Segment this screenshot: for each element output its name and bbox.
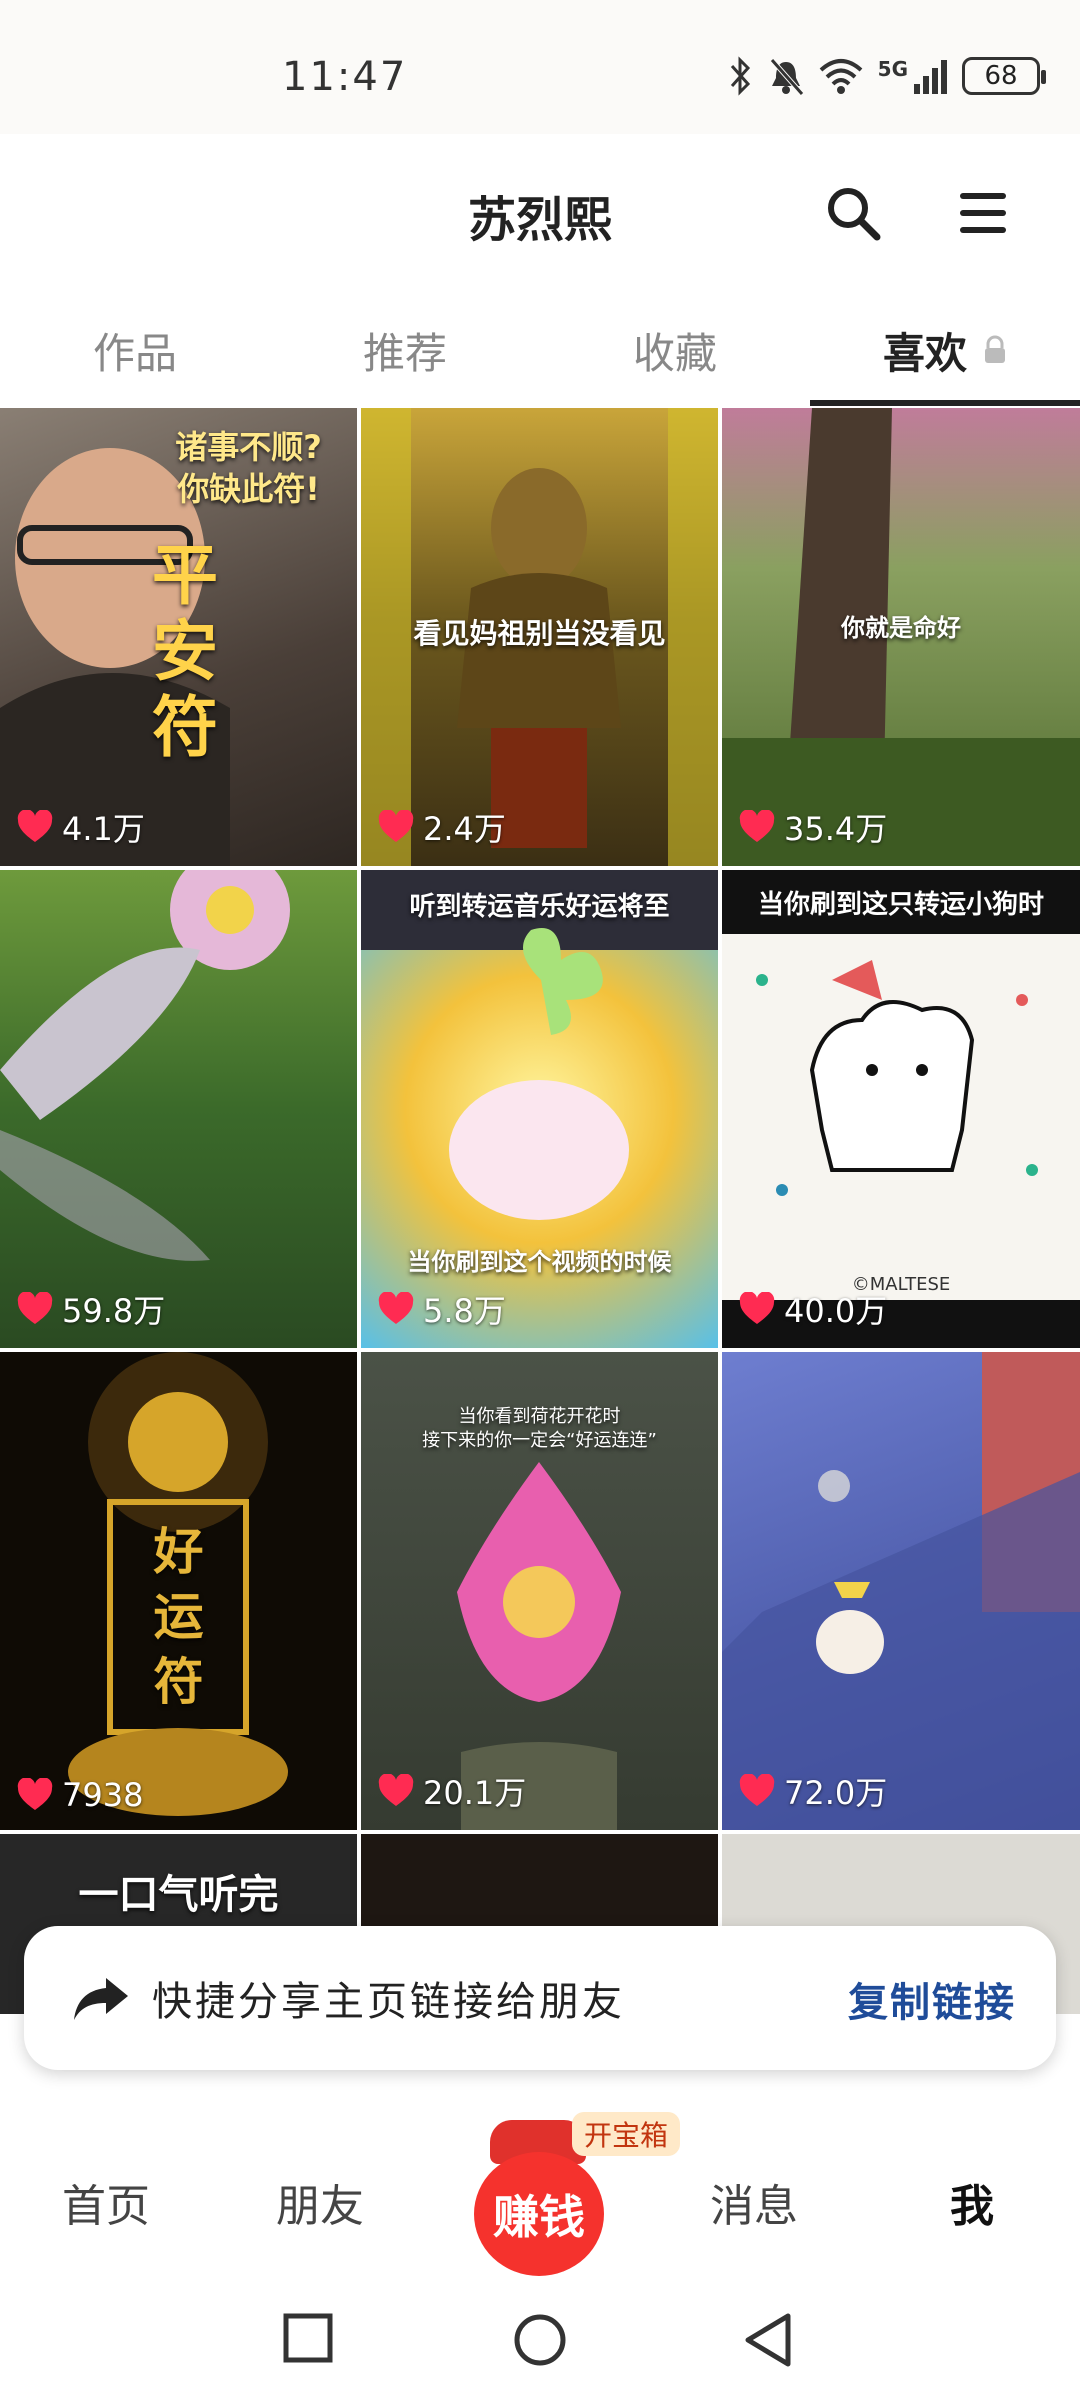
like-count: 20.1万 [377,1768,526,1814]
heart-icon [739,1292,775,1324]
search-button[interactable] [818,178,888,248]
tab-likes[interactable]: 喜欢 [810,294,1080,406]
overlay-caption: 你缺此符! [177,470,320,508]
heart-icon [378,1292,414,1324]
copy-link-button[interactable]: 复制链接 [848,1970,1016,2028]
like-count-value: 2.4万 [423,810,506,848]
like-count-value: 4.1万 [62,810,145,848]
mute-bell-icon [769,58,804,96]
like-count: 72.0万 [738,1768,887,1814]
like-count: 7938 [16,1776,143,1814]
like-count: 4.1万 [16,804,145,850]
nav-messages[interactable]: 消息 [710,2170,798,2234]
share-banner-text: 快捷分享主页链接给朋友 [152,1979,625,2025]
video-tile[interactable]: 诸事不顺? 你缺此符! 平安符 4.1万 [0,408,357,866]
like-count: 40.0万 [738,1286,887,1332]
overlay-title: 平安符 [152,537,218,766]
like-count-value: 59.8万 [62,1292,166,1330]
battery-indicator: 68 [962,57,1046,95]
heart-icon [378,810,414,842]
tab-works[interactable]: 作品 [0,294,270,406]
nav-earn-button[interactable]: 赚钱 [474,2152,604,2276]
like-count-value: 72.0万 [784,1774,888,1812]
share-profile-banner: 快捷分享主页链接给朋友 复制链接 [24,1926,1056,2070]
video-tile[interactable]: 好 运 符 7938 [0,1352,357,1830]
overlay-caption: 诸事不顺? [175,428,322,466]
profile-header: 苏烈熙 [0,134,1080,294]
overlay-caption: 当你刷到这个视频的时候 [407,1248,672,1276]
network-label: 5G [877,57,908,81]
status-time: 11:47 [282,54,408,100]
tab-label: 作品 [92,328,177,378]
overlay-caption: 你就是命好 [841,614,961,642]
back-triangle-icon[interactable] [742,2312,794,2368]
tab-label: 喜欢 [882,328,967,378]
video-tile[interactable]: 当你刷到这只转运小狗时 ©MALTESE 40.0万 [722,870,1080,1348]
status-icons: 5G 68 [728,52,1046,100]
video-tile[interactable]: 72.0万 [722,1352,1080,1830]
bluetooth-icon [730,56,750,96]
nav-home[interactable]: 首页 [62,2170,150,2234]
overlay-title: 运 [153,1588,204,1646]
treasure-badge[interactable]: 开宝箱 [572,2112,681,2156]
video-tile[interactable]: 看见妈祖别当没看见 2.4万 [361,408,718,866]
heart-icon [739,1774,775,1806]
nav-me[interactable]: 我 [950,2170,994,2234]
like-count: 59.8万 [16,1286,165,1332]
like-count: 5.8万 [377,1286,506,1332]
like-count: 35.4万 [738,804,887,850]
menu-icon [960,193,1006,233]
tab-label: 推荐 [362,328,447,378]
overlay-caption: 一口气听完 [78,1872,279,1918]
search-icon [828,188,881,241]
video-tile[interactable]: 59.8万 [0,870,357,1348]
bottom-nav: 首页 朋友 赚钱 开宝箱 消息 我 [0,2106,1080,2286]
like-count: 2.4万 [377,804,506,850]
page-title: 苏烈熙 [467,192,612,248]
video-tile[interactable]: 听到转运音乐好运将至 当你刷到这个视频的时候 5.8万 [361,870,718,1348]
profile-tabs: 作品 推荐 收藏 喜欢 [0,294,1080,406]
heart-icon [17,1778,53,1810]
like-count-value: 40.0万 [784,1292,888,1330]
like-count-value: 7938 [62,1776,144,1814]
tab-recommend[interactable]: 推荐 [270,294,540,406]
like-count-value: 35.4万 [784,810,888,848]
thumbnail-game [722,1352,1080,1830]
heart-icon [378,1774,414,1806]
heart-icon [739,810,775,842]
heart-icon [17,810,53,842]
battery-level: 68 [984,61,1018,91]
thumbnail-fish-lotus [0,870,290,1261]
signal-icon [914,60,947,94]
home-circle-icon[interactable] [512,2312,568,2368]
lock-icon [985,335,1005,363]
recents-square-icon[interactable] [282,2312,334,2364]
tab-favorites[interactable]: 收藏 [540,294,810,406]
share-arrow-icon [74,1978,128,2020]
menu-button[interactable] [948,178,1018,248]
tab-label: 收藏 [632,328,717,378]
overlay-title: 好 [153,1523,204,1581]
video-tile[interactable]: 你就是命好 35.4万 [722,408,1080,866]
nav-friends[interactable]: 朋友 [276,2170,364,2234]
video-tile[interactable]: 当你看到荷花开花时 接下来的你一定会“好运连连” 20.1万 [361,1352,718,1830]
heart-icon [17,1292,53,1324]
like-count-value: 20.1万 [423,1774,527,1812]
like-count-value: 5.8万 [423,1292,506,1330]
wifi-icon [819,59,862,94]
overlay-caption: 看见妈祖别当没看见 [413,617,666,650]
status-bar: 11:47 5G 68 [0,0,1080,134]
thumbnail-lotus [457,1462,621,1830]
system-nav-bar [0,2286,1080,2400]
overlay-title: 符 [153,1653,204,1711]
